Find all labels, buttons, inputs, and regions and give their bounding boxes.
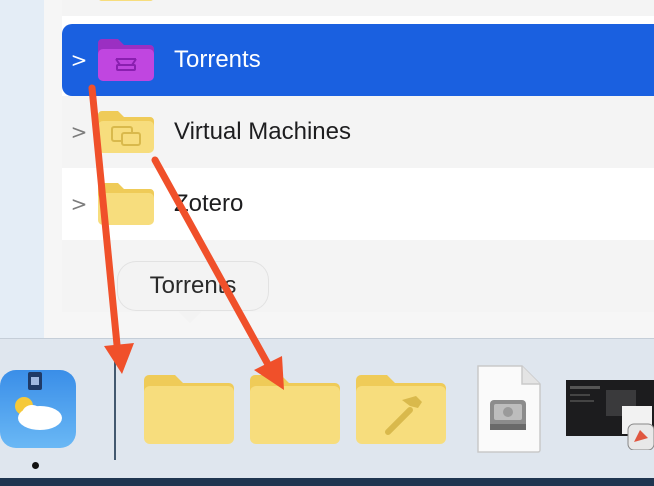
disclosure-chevron-icon[interactable]: > (62, 48, 96, 72)
folder-icon (96, 181, 156, 227)
dock-separator (114, 356, 116, 460)
row-label: Zotero (174, 190, 244, 217)
disk-image-file-icon[interactable] (474, 362, 544, 461)
row-label: Virtual Machines (174, 118, 351, 145)
disclosure-chevron-icon[interactable]: > (62, 192, 96, 216)
developer-folder-icon[interactable] (354, 370, 448, 451)
running-indicator (32, 462, 39, 469)
purple-folder-icon (96, 37, 156, 83)
folder-icon (96, 0, 156, 3)
virtual-machines-folder-icon (96, 109, 156, 155)
disclosure-chevron-icon[interactable]: > (62, 120, 96, 144)
row-label: Torrents (174, 46, 261, 73)
weather-app-icon[interactable] (0, 368, 78, 455)
list-row-zotero[interactable]: > Zotero (62, 168, 654, 240)
list-row-torrents[interactable]: > Torrents (62, 24, 654, 96)
dock-tooltip: Torrents (118, 262, 268, 310)
background-window-strip (0, 0, 45, 340)
screenshot-thumbnail[interactable] (566, 380, 654, 455)
list-row-partial[interactable] (62, 0, 654, 16)
desktop-edge (0, 478, 654, 486)
list-row-virtual-machines[interactable]: > Virtual Machines (62, 96, 654, 168)
folder-icon[interactable] (142, 370, 236, 451)
folder-icon[interactable] (248, 370, 342, 451)
